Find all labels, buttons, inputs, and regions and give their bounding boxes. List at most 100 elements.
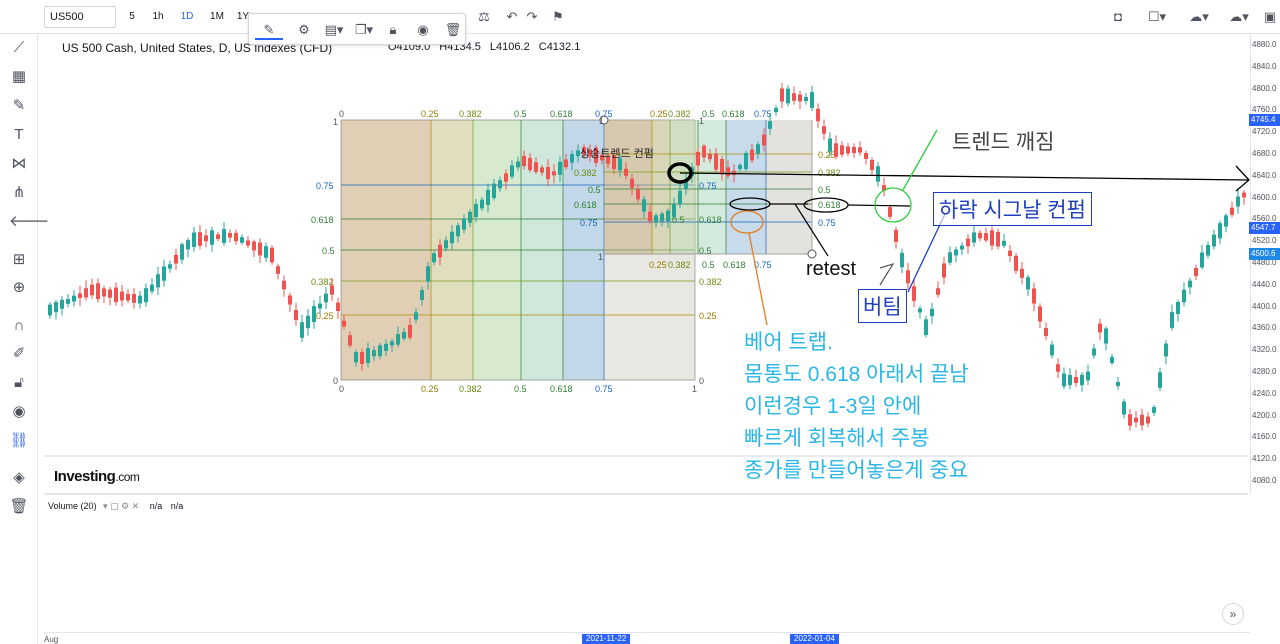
pencil-icon[interactable]: ✎	[255, 20, 283, 40]
candle-body	[258, 242, 262, 256]
candle-body	[522, 155, 526, 167]
candle-body	[792, 93, 796, 101]
annotation-uptrend-confirm[interactable]: 상승트렌드 컨펌	[580, 145, 654, 161]
fib-label: 0	[699, 376, 704, 386]
annotation-bear-trap-line[interactable]: 베어 트랩.	[744, 327, 1044, 359]
fib-label: 0.618	[699, 215, 722, 225]
candle-body	[1224, 215, 1228, 227]
settings-icon[interactable]: ⚙	[294, 20, 314, 40]
fib-label: 0.75	[754, 109, 772, 119]
candle-body	[702, 145, 706, 158]
candle-body	[1122, 401, 1126, 415]
volume-dropdown-icon[interactable]: ▾ ▢ ⚙ ✕	[103, 501, 139, 511]
annotation-bear-trap-line[interactable]: 빠르게 회복해서 주봉	[744, 423, 1044, 455]
trend-break-pointer	[902, 129, 938, 191]
candle-body	[372, 350, 376, 357]
price-tick-label: 4640.0	[1252, 170, 1277, 180]
time-marker-start: 2021-11-22	[582, 634, 631, 644]
price-tick-label: 4680.0	[1252, 149, 1277, 158]
candle-body	[648, 211, 652, 222]
fib-label: 0.382	[459, 384, 482, 394]
candle-body	[402, 331, 406, 339]
candle-body	[816, 108, 820, 122]
candle-body	[252, 241, 256, 251]
volume-value: n/a	[149, 501, 163, 511]
candle-body	[114, 287, 118, 303]
fib-label: 0.618	[574, 200, 597, 210]
candle-body	[828, 138, 832, 152]
candle-body	[918, 308, 922, 313]
candle-body	[444, 240, 448, 249]
price-tag-mid: 4547.7	[1249, 222, 1280, 234]
time-axis[interactable]	[44, 632, 1250, 644]
fib-label: 0.382	[818, 168, 841, 178]
template-icon[interactable]: ▤▾	[321, 20, 347, 40]
candle-body	[960, 245, 964, 250]
candle-body	[78, 293, 82, 299]
candle-body	[492, 183, 496, 198]
candle-body	[306, 315, 310, 329]
candle-body	[936, 288, 940, 295]
hold-arrow	[879, 262, 895, 286]
delete-icon[interactable]: 🗑︎	[443, 20, 463, 40]
annotation-bear-trap-line[interactable]: 종가를 만들어놓은게 중요	[744, 455, 1044, 487]
annotation-retest[interactable]: retest	[806, 258, 856, 281]
volume-legend[interactable]: Volume (20) ▾ ▢ ⚙ ✕ n/a n/a	[48, 501, 183, 512]
candle-body	[1026, 277, 1030, 290]
candle-body	[420, 290, 424, 300]
candle-body	[912, 286, 916, 301]
fib-anchor-handle[interactable]	[807, 249, 817, 259]
annotation-trend-break[interactable]: 트렌드 깨짐	[952, 126, 1054, 156]
fib-label: 0.25	[818, 150, 836, 160]
clone-icon[interactable]: ❐▾	[351, 20, 377, 40]
candle-body	[1230, 207, 1234, 215]
volume-label: Volume (20)	[48, 501, 97, 511]
annotation-bear-trap-line[interactable]: 이런경우 1-3일 안에	[744, 391, 1044, 423]
price-chart[interactable]: 0 0.25 0.382 0.5 0.618 0.75 0.25 0.382 0…	[0, 0, 1280, 644]
candle-body	[48, 304, 52, 316]
candle-body	[84, 288, 88, 298]
candle-body	[1086, 371, 1090, 381]
fib-label: 0.25	[649, 260, 667, 270]
candle-body	[1110, 356, 1114, 364]
low-value: L4106.2	[489, 41, 530, 53]
candle-body	[342, 320, 346, 327]
fib-label: 0.25	[316, 311, 334, 321]
candle-body	[1200, 252, 1204, 268]
candle-body	[768, 121, 772, 129]
candle-body	[234, 232, 238, 242]
candle-body	[834, 143, 838, 157]
fib-label: 0.5	[702, 260, 715, 270]
price-tag-lower: 4500.6	[1249, 248, 1280, 260]
candle-body	[276, 266, 280, 274]
annotation-hold[interactable]: 버팀	[858, 289, 907, 323]
scroll-to-realtime-button[interactable]: »	[1222, 603, 1244, 625]
candle-body	[138, 295, 142, 304]
candle-body	[780, 88, 784, 102]
candle-body	[1164, 343, 1168, 357]
candle-body	[810, 92, 814, 108]
candle-body	[216, 234, 220, 239]
lock-icon[interactable]: 🔒︎	[383, 20, 403, 40]
price-tick-label: 4120.0	[1252, 454, 1277, 464]
fib-label: 0.618	[722, 109, 745, 119]
candle-body	[552, 171, 556, 176]
fib-label: 0.75	[699, 181, 717, 191]
candle-body	[870, 159, 874, 171]
candle-body	[1116, 381, 1120, 387]
candle-body	[696, 151, 700, 166]
annotation-bear-trap-line[interactable]: 몸통도 0.618 아래서 끝남	[744, 359, 1044, 391]
candle-body	[1206, 244, 1210, 256]
visibility-icon[interactable]: ◉	[413, 20, 433, 40]
annotation-sell-signal[interactable]: 하락 시그날 컨펌	[933, 192, 1092, 226]
price-tick-label: 4320.0	[1252, 345, 1277, 355]
candle-body	[972, 232, 976, 243]
candle-body	[516, 161, 520, 168]
candle-body	[678, 190, 682, 205]
candle-body	[66, 298, 70, 304]
candle-body	[300, 322, 304, 338]
price-tick-label: 4080.0	[1252, 476, 1277, 485]
candle-body	[150, 284, 154, 292]
fib-label: 0.382	[668, 109, 691, 119]
fib-label: 0.618	[311, 215, 334, 225]
